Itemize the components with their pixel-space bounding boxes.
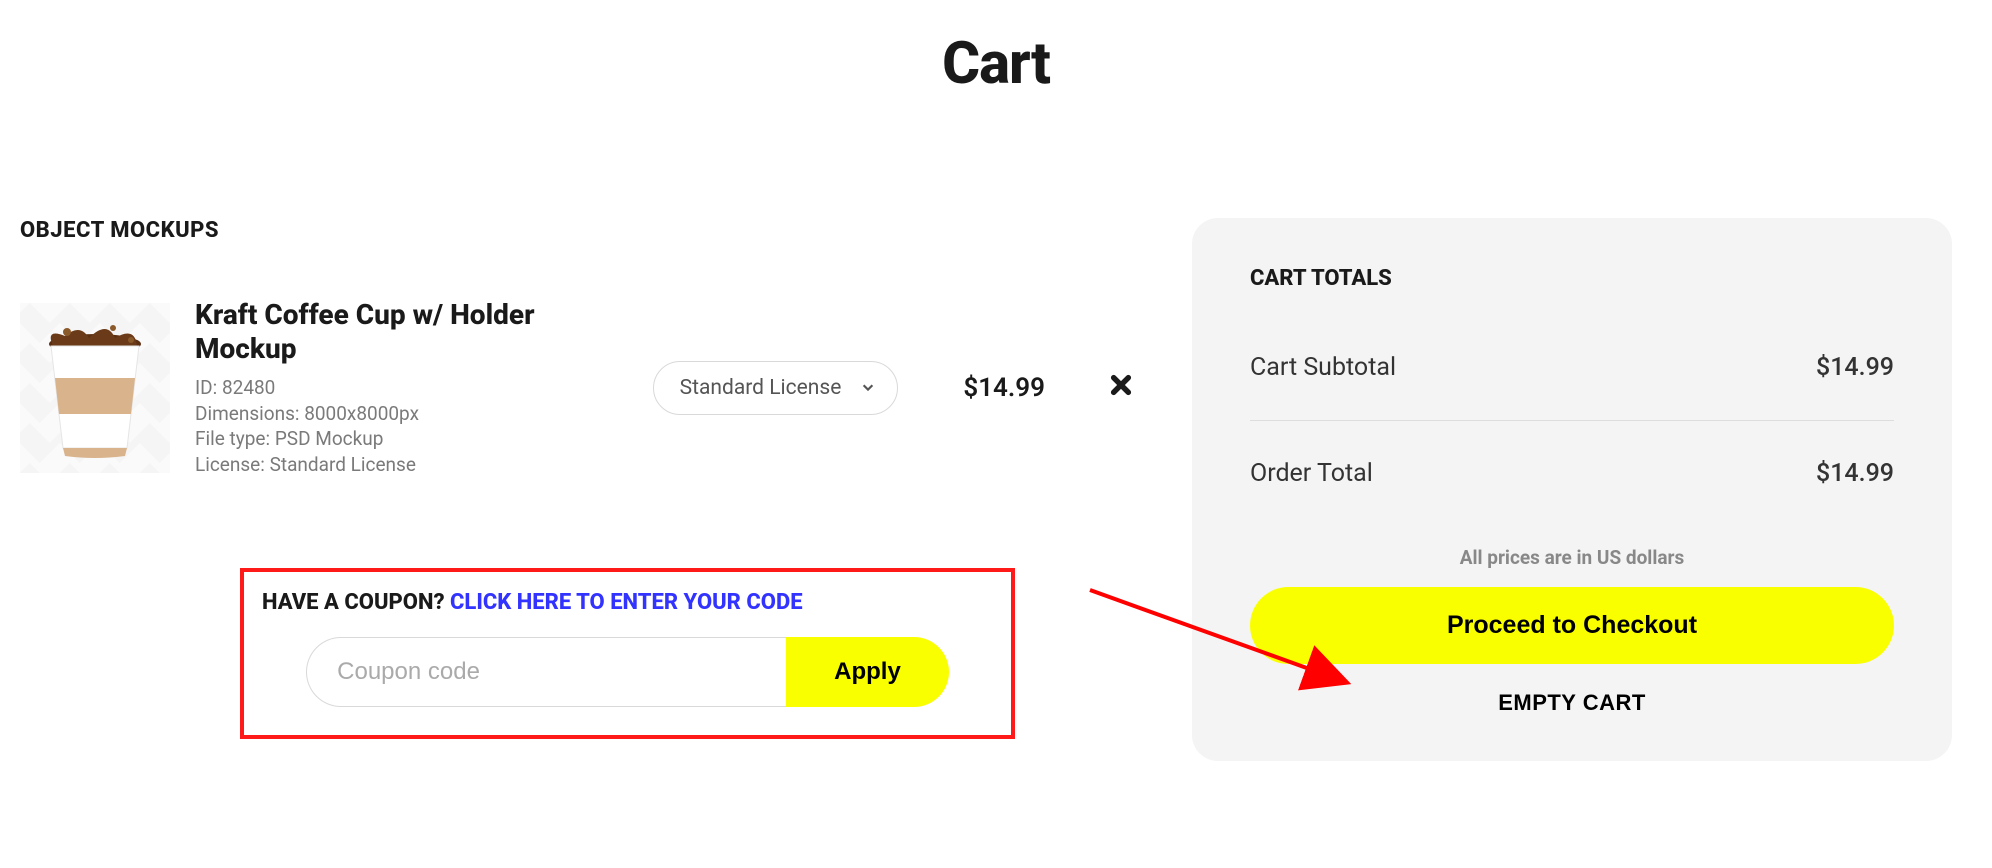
item-id-row: ID: 82480 [195, 375, 548, 401]
item-filetype-row: File type: PSD Mockup [195, 426, 548, 452]
coupon-reveal-link[interactable]: CLICK HERE TO ENTER YOUR CODE [450, 590, 803, 615]
item-price: $14.99 [963, 373, 1045, 403]
close-icon [1110, 374, 1132, 396]
subtotal-value: $14.99 [1816, 353, 1894, 382]
totals-divider [1250, 420, 1894, 421]
item-dimensions-label: Dimensions: [195, 402, 299, 425]
apply-coupon-button[interactable]: Apply [786, 637, 949, 707]
item-filetype-label: File type: [195, 427, 270, 450]
license-select[interactable]: Standard License [653, 361, 899, 415]
empty-cart-button[interactable]: EMPTY CART [1250, 690, 1894, 716]
item-dimensions-value: 8000x8000px [304, 402, 419, 425]
cart-totals-heading: CART TOTALS [1250, 266, 1894, 291]
item-filetype-value: PSD Mockup [275, 427, 384, 450]
coffee-cup-icon [35, 318, 155, 458]
cart-item: Kraft Coffee Cup w/ Holder Mockup ID: 82… [20, 298, 1132, 478]
cart-content: OBJECT MOCKUPS Kraft Coffee Cup w/ Holde… [20, 218, 1972, 761]
product-thumbnail[interactable] [20, 303, 170, 473]
item-license-label: License: [195, 453, 265, 476]
item-id-label: ID: [195, 376, 217, 399]
subtotal-row: Cart Subtotal $14.99 [1250, 353, 1894, 382]
subtotal-label: Cart Subtotal [1250, 353, 1396, 382]
page-title: Cart [20, 30, 1972, 98]
coupon-prompt: HAVE A COUPON? [262, 590, 450, 615]
coupon-code-input[interactable] [306, 637, 786, 707]
proceed-to-checkout-button[interactable]: Proceed to Checkout [1250, 587, 1894, 664]
coupon-input-row: Apply [262, 637, 993, 707]
section-heading: OBJECT MOCKUPS [20, 218, 1132, 243]
item-license-row: License: Standard License [195, 452, 548, 478]
order-total-row: Order Total $14.99 [1250, 459, 1894, 488]
prices-note: All prices are in US dollars [1250, 546, 1894, 569]
item-id-value: 82480 [222, 376, 275, 399]
item-title[interactable]: Kraft Coffee Cup w/ Holder Mockup [195, 298, 545, 365]
item-license-value: Standard License [270, 453, 416, 476]
coupon-box: HAVE A COUPON? CLICK HERE TO ENTER YOUR … [240, 568, 1015, 739]
remove-item-button[interactable] [1110, 374, 1132, 401]
order-total-label: Order Total [1250, 459, 1373, 488]
coupon-header: HAVE A COUPON? CLICK HERE TO ENTER YOUR … [262, 590, 993, 615]
cart-items-column: OBJECT MOCKUPS Kraft Coffee Cup w/ Holde… [20, 218, 1132, 739]
cart-totals-panel: CART TOTALS Cart Subtotal $14.99 Order T… [1192, 218, 1952, 761]
order-total-value: $14.99 [1816, 459, 1894, 488]
item-info: Kraft Coffee Cup w/ Holder Mockup ID: 82… [195, 298, 548, 478]
license-select-value: Standard License [680, 376, 842, 400]
chevron-down-icon [861, 376, 875, 400]
item-dimensions-row: Dimensions: 8000x8000px [195, 401, 548, 427]
